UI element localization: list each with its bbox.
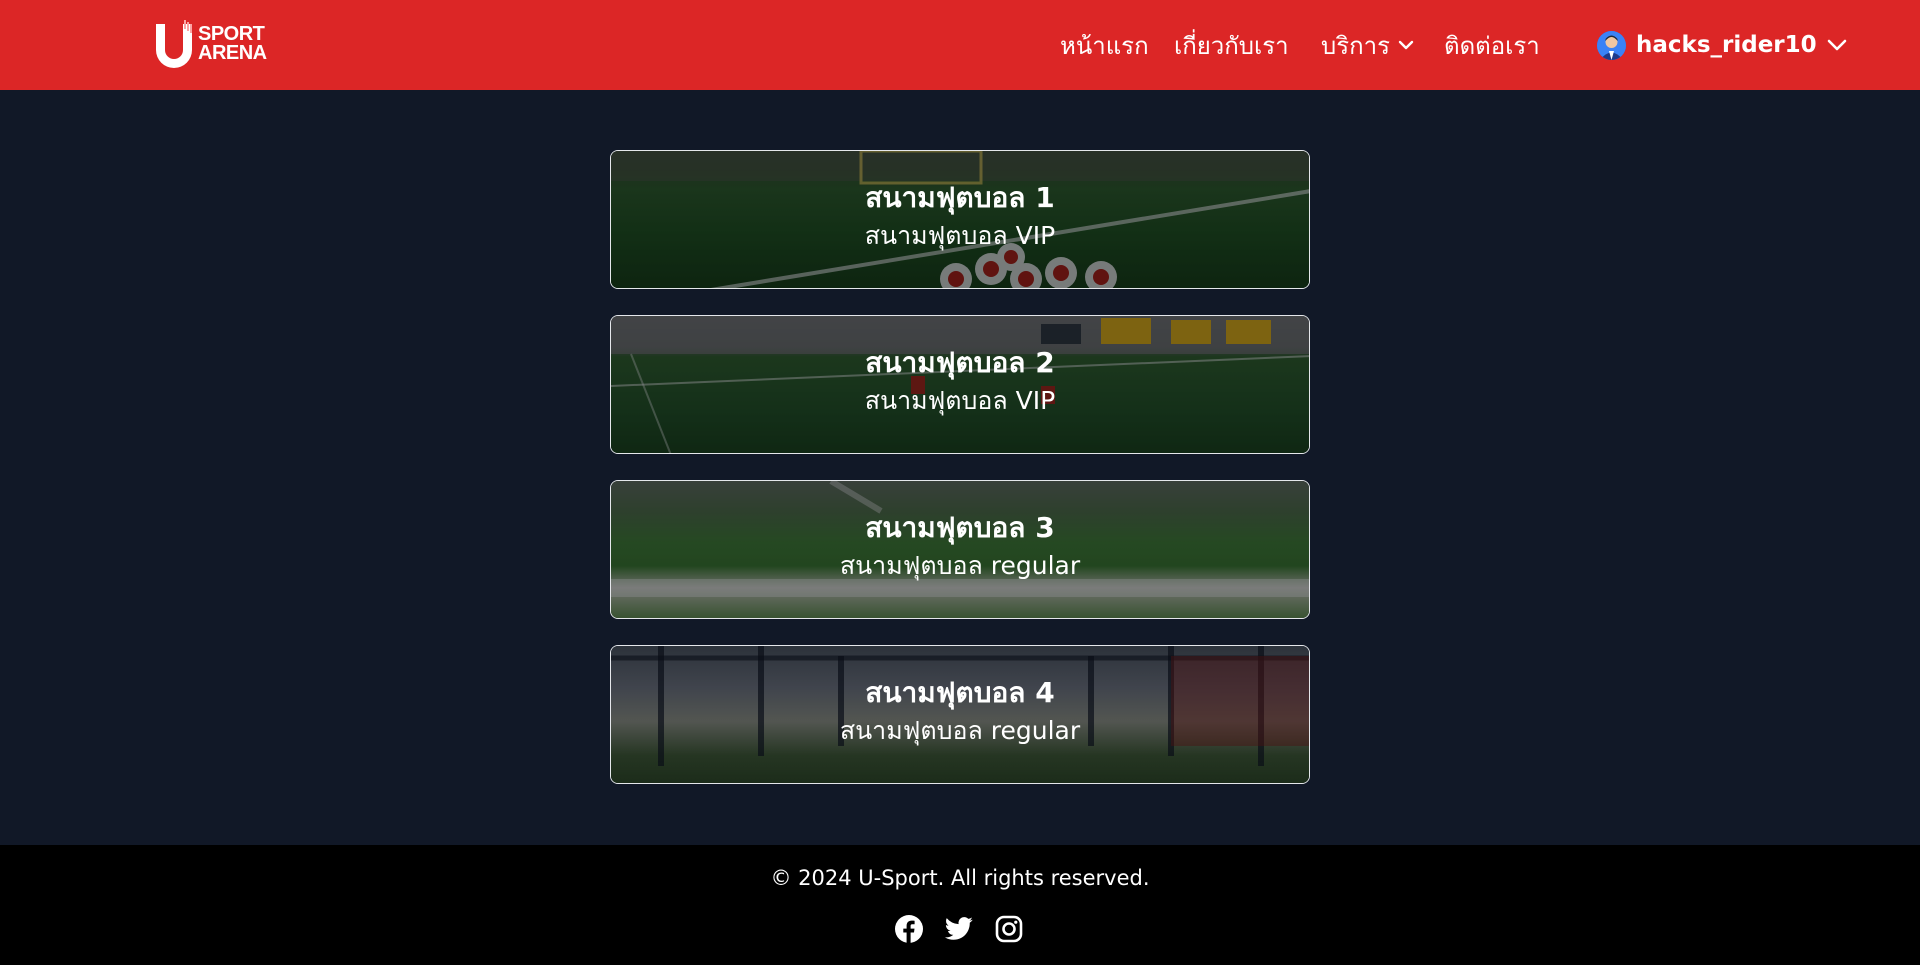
field-card-2[interactable]: สนามฟุตบอล 2 สนามฟุตบอล VIP <box>610 315 1310 454</box>
nav-home-label[interactable]: หน้าแรก <box>1060 26 1149 65</box>
field-card-3[interactable]: สนามฟุตบอล 3 สนามฟุตบอล regular <box>610 480 1310 619</box>
field-2-text: สนามฟุตบอล 2 สนามฟุตบอล VIP <box>611 344 1309 420</box>
copyright-text: © 2024 U-Sport. All rights reserved. <box>770 866 1150 890</box>
field-title: สนามฟุตบอล 4 <box>865 676 1055 709</box>
nav-item-about[interactable]: เกี่ยวกับเรา <box>1174 0 1289 90</box>
twitter-icon[interactable] <box>944 914 974 944</box>
field-subtitle: สนามฟุตบอล VIP <box>864 221 1056 250</box>
nav-services-label: บริการ <box>1321 31 1391 60</box>
field-4-text: สนามฟุตบอล 4 สนามฟุตบอล regular <box>611 674 1309 750</box>
brand-logo[interactable]: SPORT ARENA <box>154 19 274 69</box>
chevron-down-icon <box>1398 40 1414 50</box>
nav-contact-label[interactable]: ติดต่อเรา <box>1444 26 1540 65</box>
field-title: สนามฟุตบอล 3 <box>865 511 1055 544</box>
field-subtitle: สนามฟุตบอล regular <box>839 551 1081 580</box>
nav-services-dropdown[interactable]: บริการ <box>1321 26 1414 65</box>
field-1-text: สนามฟุตบอล 1 สนามฟุตบอล VIP <box>611 179 1309 255</box>
field-subtitle: สนามฟุตบอล regular <box>839 716 1081 745</box>
nav-item-services[interactable]: บริการ <box>1321 0 1414 90</box>
brand-line-2: ARENA <box>198 42 267 64</box>
logo-u-icon <box>154 20 194 68</box>
nav-item-contact[interactable]: ติดต่อเรา <box>1444 0 1540 90</box>
facebook-icon[interactable] <box>894 914 924 944</box>
site-header: SPORT ARENA หน้าแรก เกี่ยวกับเรา บริการ … <box>0 0 1920 90</box>
field-title: สนามฟุตบอล 2 <box>865 346 1055 379</box>
instagram-icon[interactable] <box>994 914 1024 944</box>
social-links <box>894 914 1024 944</box>
nav-item-home[interactable]: หน้าแรก <box>1060 0 1149 90</box>
user-menu[interactable]: hacks_rider10 <box>1597 28 1847 62</box>
username: hacks_rider10 <box>1636 32 1817 58</box>
site-footer: © 2024 U-Sport. All rights reserved. <box>0 845 1920 965</box>
field-3-text: สนามฟุตบอล 3 สนามฟุตบอล regular <box>611 509 1309 585</box>
nav-about-label[interactable]: เกี่ยวกับเรา <box>1174 26 1289 65</box>
field-card-4[interactable]: สนามฟุตบอล 4 สนามฟุตบอล regular <box>610 645 1310 784</box>
brand-wordmark: SPORT ARENA <box>198 24 267 64</box>
field-card-1[interactable]: สนามฟุตบอล 1 สนามฟุตบอล VIP <box>610 150 1310 289</box>
field-subtitle: สนามฟุตบอล VIP <box>864 386 1056 415</box>
avatar <box>1597 30 1626 60</box>
field-title: สนามฟุตบอล 1 <box>865 181 1055 214</box>
chevron-down-icon <box>1827 39 1847 51</box>
